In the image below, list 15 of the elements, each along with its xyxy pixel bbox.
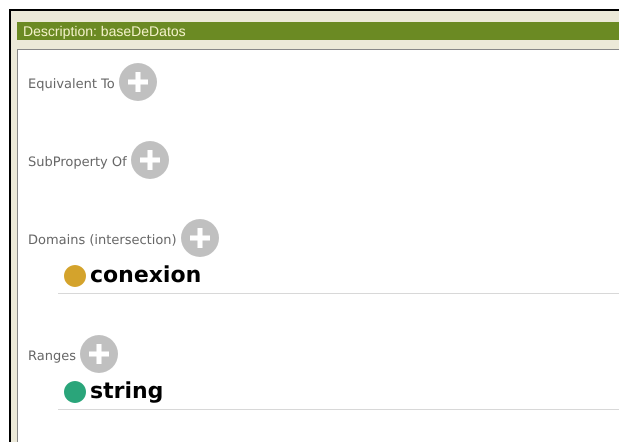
add-button[interactable] — [118, 62, 158, 102]
add-icon — [118, 62, 158, 102]
add-button[interactable] — [180, 218, 220, 258]
entity-name[interactable]: conexion — [90, 262, 202, 288]
description-header: Description: baseDeDatos — [17, 22, 619, 40]
add-button[interactable] — [78, 334, 119, 374]
add-icon — [78, 334, 119, 374]
add-icon — [130, 140, 170, 180]
add-icon — [180, 218, 220, 258]
entity-name[interactable]: string — [90, 378, 164, 404]
section-label: Ranges — [28, 349, 76, 365]
add-button[interactable] — [130, 140, 170, 180]
section-label: Domains (intersection) — [28, 233, 177, 249]
section-label: SubProperty Of — [28, 155, 127, 171]
section-label: Equivalent To — [28, 77, 115, 93]
